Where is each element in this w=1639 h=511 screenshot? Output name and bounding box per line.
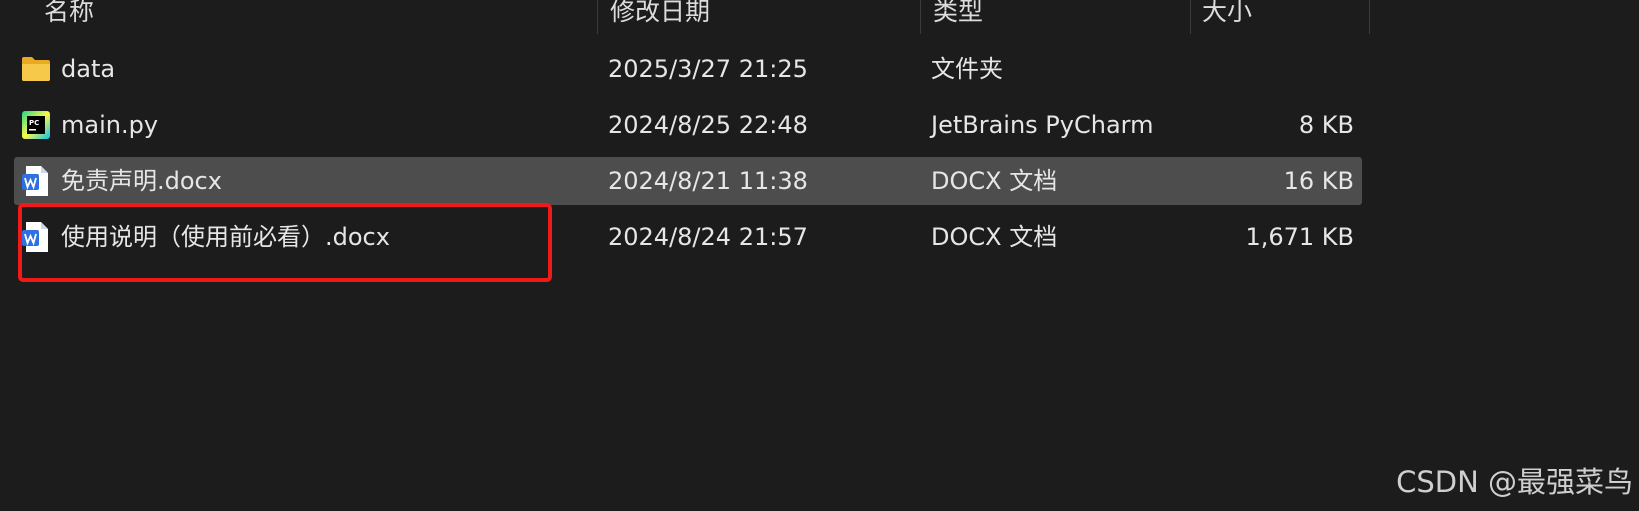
wps-word-icon	[21, 165, 51, 197]
file-row-data[interactable]: data 2025/3/27 21:25 文件夹	[14, 45, 1362, 93]
file-type: DOCX 文档	[931, 167, 1058, 195]
file-row-disclaimer[interactable]: 免责声明.docx 2024/8/21 11:38 DOCX 文档 16 KB	[14, 157, 1362, 205]
column-header: 名称 修改日期 类型 大小	[0, 0, 1370, 34]
file-name: data	[61, 55, 116, 83]
file-name: 免责声明.docx	[61, 167, 222, 195]
column-divider[interactable]	[597, 0, 598, 34]
file-modified: 2024/8/25 22:48	[608, 111, 808, 139]
file-size: 16 KB	[1283, 167, 1354, 195]
column-header-modified[interactable]: 修改日期	[610, 0, 710, 34]
file-row-main-py[interactable]: PC main.py 2024/8/25 22:48 JetBrains PyC…	[14, 101, 1362, 149]
column-header-name[interactable]: 名称	[44, 0, 94, 34]
svg-text:PC: PC	[29, 119, 39, 127]
column-header-type[interactable]: 类型	[933, 0, 983, 34]
file-size: 1,671 KB	[1245, 223, 1354, 251]
watermark: CSDN @最强菜鸟	[1396, 465, 1633, 499]
column-divider[interactable]	[920, 0, 921, 34]
file-modified: 2024/8/24 21:57	[608, 223, 808, 251]
file-modified: 2025/3/27 21:25	[608, 55, 808, 83]
column-divider[interactable]	[1190, 0, 1191, 34]
folder-icon	[21, 53, 51, 85]
file-modified: 2024/8/21 11:38	[608, 167, 808, 195]
pycharm-icon: PC	[21, 109, 51, 141]
file-type: 文件夹	[931, 55, 1003, 83]
column-divider[interactable]	[1369, 0, 1370, 34]
highlight-annotation-box	[18, 203, 552, 282]
file-name: main.py	[61, 111, 159, 139]
file-type: DOCX 文档	[931, 223, 1058, 251]
file-size: 8 KB	[1298, 111, 1354, 139]
file-type: JetBrains PyCharm	[931, 111, 1154, 139]
column-header-size[interactable]: 大小	[1202, 0, 1252, 34]
